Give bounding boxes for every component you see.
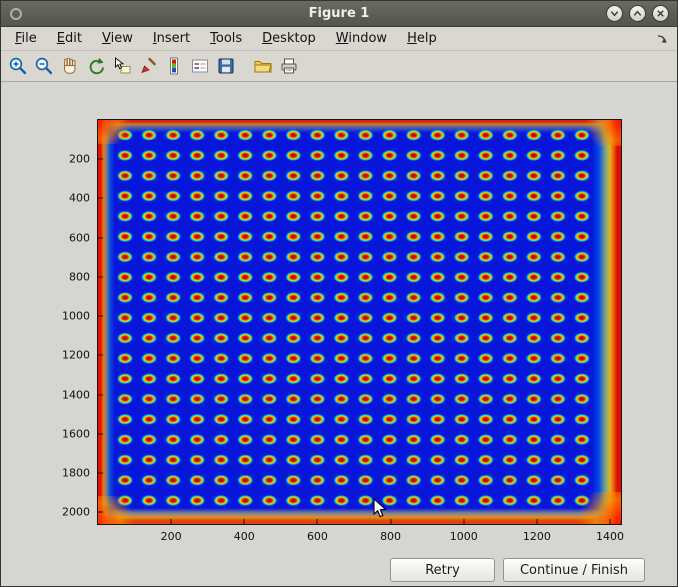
y-tick-label: 1200 bbox=[62, 349, 90, 362]
menu-file[interactable]: File bbox=[5, 27, 47, 50]
y-tick-label: 400 bbox=[69, 192, 90, 205]
zoom-in-button[interactable] bbox=[6, 54, 30, 78]
open-folder-icon bbox=[253, 56, 273, 76]
x-tick-mark bbox=[390, 519, 391, 524]
x-tick-mark bbox=[171, 519, 172, 524]
print-figure-button[interactable] bbox=[277, 54, 301, 78]
pan-button[interactable] bbox=[58, 54, 82, 78]
toolbar bbox=[1, 51, 677, 82]
x-tick-label: 400 bbox=[234, 530, 255, 543]
y-tick-label: 200 bbox=[69, 153, 90, 166]
y-tick-mark bbox=[98, 473, 103, 474]
menu-bar: File Edit View Insert Tools Desktop Wind… bbox=[1, 27, 677, 51]
x-tick-label: 1000 bbox=[450, 530, 478, 543]
window-menu-icon[interactable] bbox=[10, 8, 22, 20]
chevron-down-icon bbox=[609, 8, 620, 19]
menu-window[interactable]: Window bbox=[326, 27, 397, 50]
x-tick-label: 1400 bbox=[596, 530, 624, 543]
y-tick-label: 1600 bbox=[62, 427, 90, 440]
legend-icon bbox=[190, 56, 210, 76]
insert-legend-button[interactable] bbox=[188, 54, 212, 78]
y-tick-mark bbox=[98, 355, 103, 356]
close-button[interactable] bbox=[652, 5, 669, 22]
brush-button[interactable] bbox=[136, 54, 160, 78]
window-title: Figure 1 bbox=[1, 6, 677, 21]
insert-colorbar-button[interactable] bbox=[162, 54, 186, 78]
titlebar[interactable]: Figure 1 bbox=[1, 1, 677, 27]
y-tick-mark bbox=[98, 433, 103, 434]
x-tick-label: 200 bbox=[161, 530, 182, 543]
x-tick-mark bbox=[610, 519, 611, 524]
y-tick-mark bbox=[98, 159, 103, 160]
pan-hand-icon bbox=[60, 56, 80, 76]
brush-icon bbox=[138, 56, 158, 76]
x-tick-label: 800 bbox=[380, 530, 401, 543]
rotate-3d-button[interactable] bbox=[84, 54, 108, 78]
window-controls bbox=[606, 5, 677, 22]
menu-desktop[interactable]: Desktop bbox=[252, 27, 326, 50]
toolbar-separator bbox=[240, 56, 249, 76]
x-tick-mark bbox=[317, 519, 318, 524]
save-icon bbox=[216, 56, 236, 76]
close-icon bbox=[655, 8, 666, 19]
plot-edge-heat bbox=[98, 120, 621, 524]
continue-finish-button[interactable]: Continue / Finish bbox=[503, 558, 645, 582]
dock-figure-icon[interactable] bbox=[656, 33, 668, 45]
rotate-3d-icon bbox=[86, 56, 106, 76]
y-tick-label: 600 bbox=[69, 231, 90, 244]
menu-tools[interactable]: Tools bbox=[200, 27, 252, 50]
retry-button[interactable]: Retry bbox=[390, 558, 495, 582]
y-tick-mark bbox=[98, 394, 103, 395]
well-array-image bbox=[113, 125, 592, 509]
y-tick-label: 1400 bbox=[62, 388, 90, 401]
y-tick-label: 1000 bbox=[62, 310, 90, 323]
colorbar-icon bbox=[164, 56, 184, 76]
data-cursor-button[interactable] bbox=[110, 54, 134, 78]
y-tick-mark bbox=[98, 237, 103, 238]
maximize-button[interactable] bbox=[629, 5, 646, 22]
open-file-button[interactable] bbox=[251, 54, 275, 78]
zoom-out-button[interactable] bbox=[32, 54, 56, 78]
zoom-in-icon bbox=[8, 56, 28, 76]
chevron-up-icon bbox=[632, 8, 643, 19]
x-tick-mark bbox=[463, 519, 464, 524]
x-tick-mark bbox=[536, 519, 537, 524]
figure-window: Figure 1 File Edit View Insert Tools Des… bbox=[0, 0, 678, 587]
menu-help[interactable]: Help bbox=[397, 27, 447, 50]
zoom-out-icon bbox=[34, 56, 54, 76]
x-tick-mark bbox=[244, 519, 245, 524]
image-plot[interactable]: 200 400 600 800 1000 1200 1400 1600 1800… bbox=[97, 119, 622, 525]
y-tick-label: 1800 bbox=[62, 467, 90, 480]
printer-icon bbox=[279, 56, 299, 76]
y-tick-label: 800 bbox=[69, 270, 90, 283]
x-tick-label: 600 bbox=[307, 530, 328, 543]
figure-canvas: 200 400 600 800 1000 1200 1400 1600 1800… bbox=[1, 83, 677, 586]
menu-edit[interactable]: Edit bbox=[47, 27, 92, 50]
shade-button[interactable] bbox=[606, 5, 623, 22]
y-tick-mark bbox=[98, 276, 103, 277]
x-tick-label: 1200 bbox=[523, 530, 551, 543]
y-tick-mark bbox=[98, 512, 103, 513]
y-tick-mark bbox=[98, 198, 103, 199]
menu-insert[interactable]: Insert bbox=[143, 27, 200, 50]
y-tick-label: 2000 bbox=[62, 506, 90, 519]
y-tick-mark bbox=[98, 316, 103, 317]
data-cursor-icon bbox=[112, 56, 132, 76]
menu-view[interactable]: View bbox=[92, 27, 143, 50]
save-figure-button[interactable] bbox=[214, 54, 238, 78]
